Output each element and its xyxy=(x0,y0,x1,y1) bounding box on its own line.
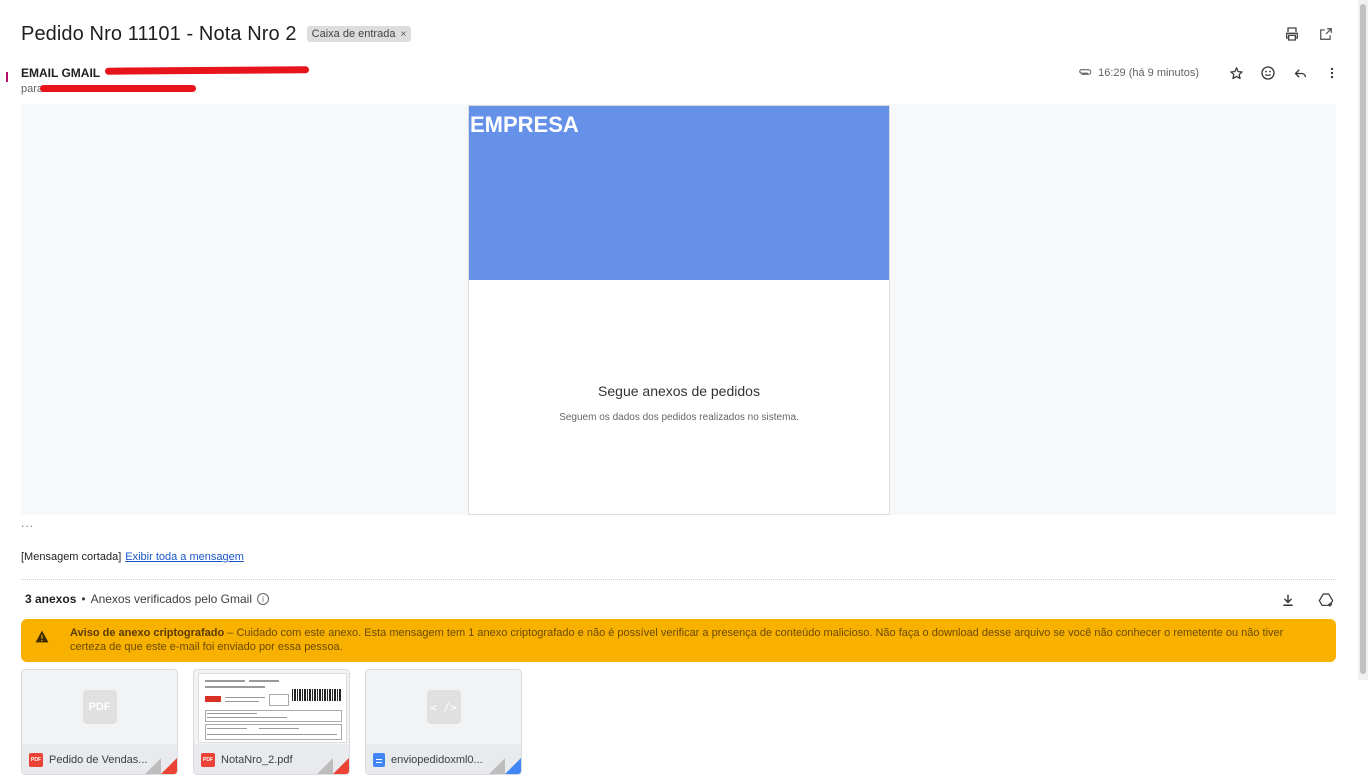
email-card: EMPRESA Segue anexos de pedidos Seguem o… xyxy=(468,105,890,515)
pdf-corner xyxy=(161,758,177,774)
sender-name[interactable]: EMAIL GMAIL xyxy=(21,66,100,80)
remove-label-icon[interactable]: × xyxy=(400,29,406,40)
attachment-name: enviopedidoxml0... xyxy=(391,753,483,766)
email-subtext: Seguem os dados dos pedidos realizados n… xyxy=(559,412,799,423)
view-entire-message-link[interactable]: Exibir toda a mensagem xyxy=(125,551,244,563)
message-timestamp: 16:29 (há 9 minutos) xyxy=(1098,67,1199,79)
reply-icon[interactable] xyxy=(1291,64,1309,82)
redacted-recipient xyxy=(40,85,196,92)
more-vert-icon[interactable] xyxy=(1323,64,1341,82)
divider xyxy=(21,579,1336,580)
paperclip-icon xyxy=(1078,64,1092,82)
attachment-thumbnail: < /> xyxy=(366,670,521,744)
inbox-label-text: Caixa de entrada xyxy=(311,28,396,40)
unread-marker xyxy=(6,72,8,82)
warning-title: Aviso de anexo criptografado xyxy=(70,627,225,639)
open-in-new-icon[interactable] xyxy=(1316,24,1336,44)
attachment-thumbnail: PDF xyxy=(22,670,177,744)
attachment-card[interactable]: PDF PDF Pedido de Vendas... xyxy=(21,669,178,775)
scrollbar-thumb[interactable] xyxy=(1360,4,1366,674)
star-icon[interactable] xyxy=(1227,64,1245,82)
warning-body: – Cuidado com este anexo. Esta mensagem … xyxy=(70,627,1284,653)
email-subject: Pedido Nro 11101 - Nota Nro 2 xyxy=(21,22,297,45)
fold-corner xyxy=(317,758,333,774)
pdf-file-icon: PDF xyxy=(201,752,215,767)
emoji-icon[interactable] xyxy=(1259,64,1277,82)
encrypted-attachment-warning: Aviso de anexo criptografado – Cuidado c… xyxy=(21,619,1336,662)
company-banner: EMPRESA xyxy=(469,106,889,280)
message-meta: 16:29 (há 9 minutos) xyxy=(1078,64,1341,82)
pdf-placeholder-icon: PDF xyxy=(82,690,117,724)
print-icon[interactable] xyxy=(1282,24,1302,44)
code-file-placeholder-icon: < /> xyxy=(426,690,461,724)
trimmed-content-ellipsis[interactable]: ... xyxy=(21,516,34,530)
pdf-corner xyxy=(333,758,349,774)
scrollbar[interactable] xyxy=(1358,0,1368,680)
document-preview xyxy=(198,673,347,743)
top-actions xyxy=(1282,24,1336,44)
clipped-message-text: [Mensagem cortada] xyxy=(21,551,122,563)
email-body: EMPRESA Segue anexos de pedidos Seguem o… xyxy=(21,104,1336,515)
fold-corner xyxy=(145,758,161,774)
document-file-icon xyxy=(373,752,385,767)
info-icon[interactable]: i xyxy=(257,593,269,605)
warning-icon xyxy=(35,630,49,648)
warning-text: Aviso de anexo criptografado – Cuidado c… xyxy=(70,626,1300,654)
attachment-thumbnail xyxy=(194,670,349,744)
attachments-verified-text: Anexos verificados pelo Gmail xyxy=(90,592,252,606)
attachments-header: 3 anexos • Anexos verificados pelo Gmail… xyxy=(25,592,269,606)
attachments-count: 3 anexos xyxy=(25,592,77,606)
pdf-file-icon: PDF xyxy=(29,752,43,767)
redacted-sender-email xyxy=(104,66,310,75)
subject-row: Pedido Nro 11101 - Nota Nro 2 Caixa de e… xyxy=(21,20,412,48)
download-icon[interactable] xyxy=(1278,590,1298,610)
attachments-list: PDF PDF Pedido de Vendas... PDF NotaNro_… xyxy=(21,669,522,775)
email-heading: Segue anexos de pedidos xyxy=(598,383,760,399)
sender-row: EMAIL GMAIL para 16:29 (há 9 minutos) xyxy=(21,64,1341,95)
add-to-drive-icon[interactable] xyxy=(1316,590,1336,610)
attachment-card[interactable]: < /> enviopedidoxml0... xyxy=(365,669,522,775)
separator-dot: • xyxy=(81,592,86,606)
attachment-name: Pedido de Vendas... xyxy=(49,753,148,766)
attachments-actions xyxy=(1278,590,1336,610)
inbox-label-chip[interactable]: Caixa de entrada × xyxy=(306,26,412,42)
doc-corner xyxy=(505,758,521,774)
fold-corner xyxy=(489,758,505,774)
attachment-name: NotaNro_2.pdf xyxy=(221,753,293,766)
attachment-card[interactable]: PDF NotaNro_2.pdf xyxy=(193,669,350,775)
company-name: EMPRESA xyxy=(470,112,579,137)
clipped-message: [Mensagem cortada] Exibir toda a mensagem xyxy=(21,551,244,563)
